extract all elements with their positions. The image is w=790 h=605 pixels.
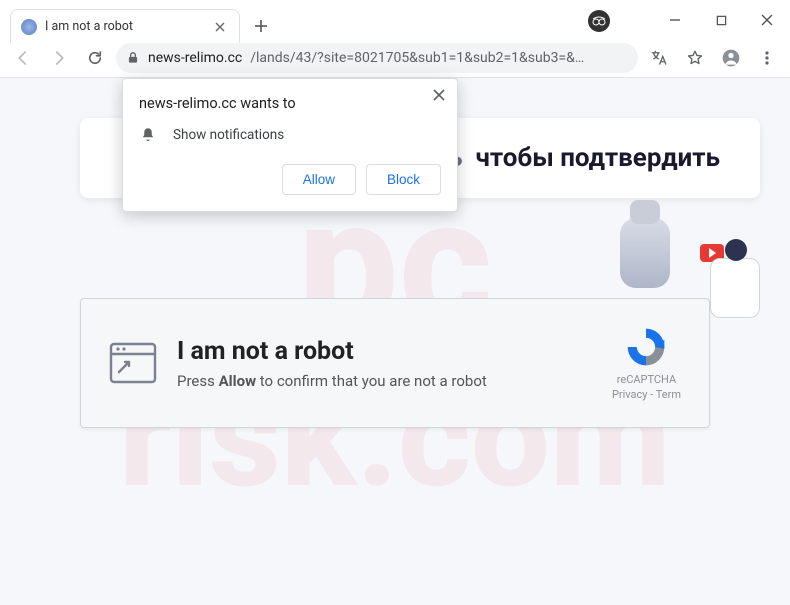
- block-button[interactable]: Block: [366, 164, 441, 195]
- back-button[interactable]: [8, 43, 38, 73]
- prompt-actions: Allow Block: [139, 164, 441, 195]
- captcha-sub-bold: Allow: [219, 372, 257, 390]
- bell-icon: [139, 126, 157, 144]
- url-path: /lands/43/?site=8021705&sub1=1&sub2=1&su…: [250, 50, 628, 66]
- captcha-title: I am not a robot: [177, 337, 592, 366]
- close-prompt-button[interactable]: [433, 89, 445, 101]
- address-bar[interactable]: news-relimo.cc/lands/43/?site=8021705&su…: [116, 43, 638, 73]
- prompt-wants: wants to: [237, 95, 296, 112]
- browser-toolbar: news-relimo.cc/lands/43/?site=8021705&su…: [0, 38, 790, 78]
- captcha-subtitle: Press Allow to confirm that you are not …: [177, 372, 592, 390]
- captcha-text: I am not a robot Press Allow to confirm …: [177, 337, 592, 390]
- browser-window-icon: [109, 342, 157, 384]
- incognito-icon: [588, 10, 610, 32]
- translate-icon[interactable]: [644, 43, 674, 73]
- tabstrip: I am not a robot: [10, 8, 276, 44]
- recaptcha-badge: reCAPTCHA Privacy - Term: [612, 325, 681, 401]
- menu-icon[interactable]: [752, 43, 782, 73]
- captcha-card: I am not a robot Press Allow to confirm …: [80, 298, 710, 428]
- minimize-button[interactable]: [652, 4, 698, 36]
- banner-part2-text: чтобы подтвердить: [475, 143, 720, 173]
- browser-tab[interactable]: I am not a robot: [10, 9, 240, 43]
- recaptcha-icon: [624, 325, 668, 369]
- prompt-title: news-relimo.cc wants to: [139, 95, 441, 112]
- close-window-button[interactable]: [744, 4, 790, 36]
- robot-icon: [620, 218, 670, 288]
- recaptcha-brand: reCAPTCHA: [612, 373, 681, 386]
- captcha-sub-suffix: to confirm that you are not a robot: [256, 372, 487, 390]
- notification-prompt: news-relimo.cc wants to Show notificatio…: [122, 78, 458, 212]
- person-icon: [710, 258, 760, 318]
- allow-button[interactable]: Allow: [282, 164, 356, 195]
- close-tab-button[interactable]: [211, 20, 229, 34]
- lock-icon: [126, 51, 140, 65]
- maximize-button[interactable]: [698, 4, 744, 36]
- prompt-site: news-relimo.cc: [139, 95, 237, 112]
- recaptcha-links[interactable]: Privacy - Term: [612, 388, 681, 401]
- window-controls: [652, 4, 790, 36]
- reload-button[interactable]: [80, 43, 110, 73]
- star-icon[interactable]: [680, 43, 710, 73]
- new-tab-button[interactable]: [246, 11, 276, 41]
- forward-button[interactable]: [44, 43, 74, 73]
- prompt-permission-row: Show notifications: [139, 126, 441, 144]
- captcha-sub-prefix: Press: [177, 372, 219, 390]
- prompt-permission-text: Show notifications: [173, 127, 284, 143]
- tab-title: I am not a robot: [45, 19, 203, 34]
- url-host: news-relimo.cc: [148, 50, 242, 66]
- favicon-icon: [21, 19, 37, 35]
- profile-icon[interactable]: [716, 43, 746, 73]
